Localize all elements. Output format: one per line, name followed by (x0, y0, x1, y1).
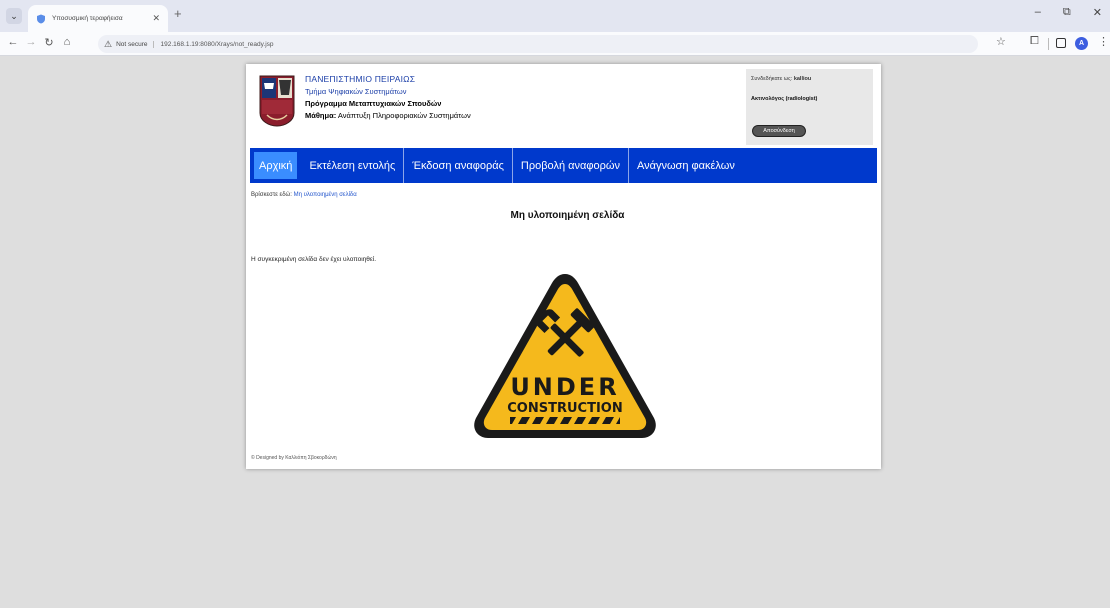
reload-icon[interactable]: ↻ (42, 36, 56, 49)
bookmark-star-icon[interactable]: ☆ (996, 35, 1006, 48)
nav-item-home[interactable]: Αρχική (254, 152, 298, 179)
logged-label: Συνδεδήκατε ως: (751, 76, 794, 82)
home-icon[interactable]: ⌂ (60, 36, 74, 48)
warning-icon: ⚠ (104, 38, 113, 49)
not-secure-label[interactable]: Not secure (116, 40, 154, 48)
main-nav: Αρχική Εκτέλεση εντολής Έκδοση αναφοράς … (250, 148, 877, 183)
browser-tab[interactable]: Υποσυσμική τεραφήεισα ✕ (28, 5, 168, 32)
minimize-icon[interactable]: – (1035, 6, 1041, 19)
page-title: Μη υλοποιημένη σελίδα (510, 210, 625, 221)
browser-toolbar: ← → ↻ ⌂ ⚠ Not secure 192.168.1.19:8080/X… (0, 32, 1110, 56)
address-bar[interactable]: ⚠ Not secure 192.168.1.19:8080/Xrays/not… (98, 35, 978, 53)
window-controls: – ⧉ ✕ (1035, 6, 1102, 19)
tab-title: Υποσυσμική τεραφήεισα (52, 15, 123, 22)
breadcrumb: Βρίσκεστε εδώ: Μη υλοποιημένη σελίδα (251, 192, 357, 198)
logged-in-text: Συνδεδήκατε ως: kalliou (751, 76, 811, 82)
site-header: ΠΑΝΕΠΙΣΤΗΜΙΟ ΠΕΙΡΑΙΩΣ Τμήμα Ψηφιακών Συσ… (246, 64, 881, 147)
nav-item-view-reports[interactable]: Προβολή αναφορών (513, 148, 629, 183)
extensions-icon[interactable]: ⧠ (1030, 35, 1039, 48)
shield-favicon-icon (37, 14, 45, 23)
department-name: Τμήμα Ψηφιακών Συστημάτων (305, 87, 407, 96)
under-construction-sign: UNDER CONSTRUCTION (474, 274, 656, 438)
nav-item-issue-report[interactable]: Έκδοση αναφοράς (404, 148, 513, 183)
university-logo (259, 75, 295, 127)
not-implemented-message: Η συγκεκριμένη σελίδα δεν έχει υλοποιηθε… (251, 256, 377, 263)
course-name: Μάθημα: Ανάπτυξη Πληροφοριακών Συστημάτω… (305, 111, 471, 120)
course-label: Μάθημα: (305, 111, 337, 120)
footer-credit: © Designed by Καλλιόπη Σβοκορδώνη (251, 455, 337, 461)
url-text[interactable]: 192.168.1.19:8080/Xrays/not_ready.jsp (158, 41, 274, 48)
forward-icon[interactable]: → (24, 36, 38, 48)
tab-close-icon[interactable]: ✕ (152, 13, 160, 24)
browser-tabstrip: ⌄ Υποσυσμική τεραφήεισα ✕ + – ⧉ ✕ (0, 0, 1110, 32)
nav-item-execute-command[interactable]: Εκτέλεση εντολής (301, 148, 405, 183)
course-title: Ανάπτυξη Πληροφοριακών Συστημάτων (336, 111, 471, 120)
side-panel-icon[interactable] (1056, 38, 1066, 48)
user-panel: Συνδεδήκατε ως: kalliou Ακτινολόγος (rad… (746, 69, 873, 145)
user-role: Ακτινολόγος (radiologist) (751, 96, 818, 102)
tab-search-icon[interactable]: ⌄ (6, 8, 22, 24)
new-tab-button[interactable]: + (174, 6, 182, 21)
university-name: ΠΑΝΕΠΙΣΤΗΜΙΟ ΠΕΙΡΑΙΩΣ (305, 74, 416, 84)
sign-under-text: UNDER (510, 373, 619, 401)
kebab-menu-icon[interactable]: ⋮ (1098, 35, 1109, 48)
breadcrumb-current-link[interactable]: Μη υλοποιημένη σελίδα (294, 192, 357, 198)
hazard-stripes (510, 417, 620, 424)
program-name: Πρόγραμμα Μεταπτυχιακών Σπουδών (305, 99, 442, 108)
profile-avatar-icon[interactable]: A (1075, 37, 1088, 50)
breadcrumb-prefix: Βρίσκεστε εδώ: (251, 192, 294, 198)
back-icon[interactable]: ← (6, 36, 20, 48)
restore-icon[interactable]: ⧉ (1063, 6, 1071, 19)
toolbar-divider (1048, 38, 1049, 50)
nav-item-read-folders[interactable]: Ανάγνωση φακέλων (629, 148, 743, 183)
logout-button[interactable]: Αποσύνδεση (752, 125, 806, 137)
close-window-icon[interactable]: ✕ (1093, 6, 1102, 19)
sign-construction-text: CONSTRUCTION (507, 401, 622, 416)
page-container: ΠΑΝΕΠΙΣΤΗΜΙΟ ΠΕΙΡΑΙΩΣ Τμήμα Ψηφιακών Συσ… (246, 64, 881, 469)
username: kalliou (793, 76, 812, 82)
